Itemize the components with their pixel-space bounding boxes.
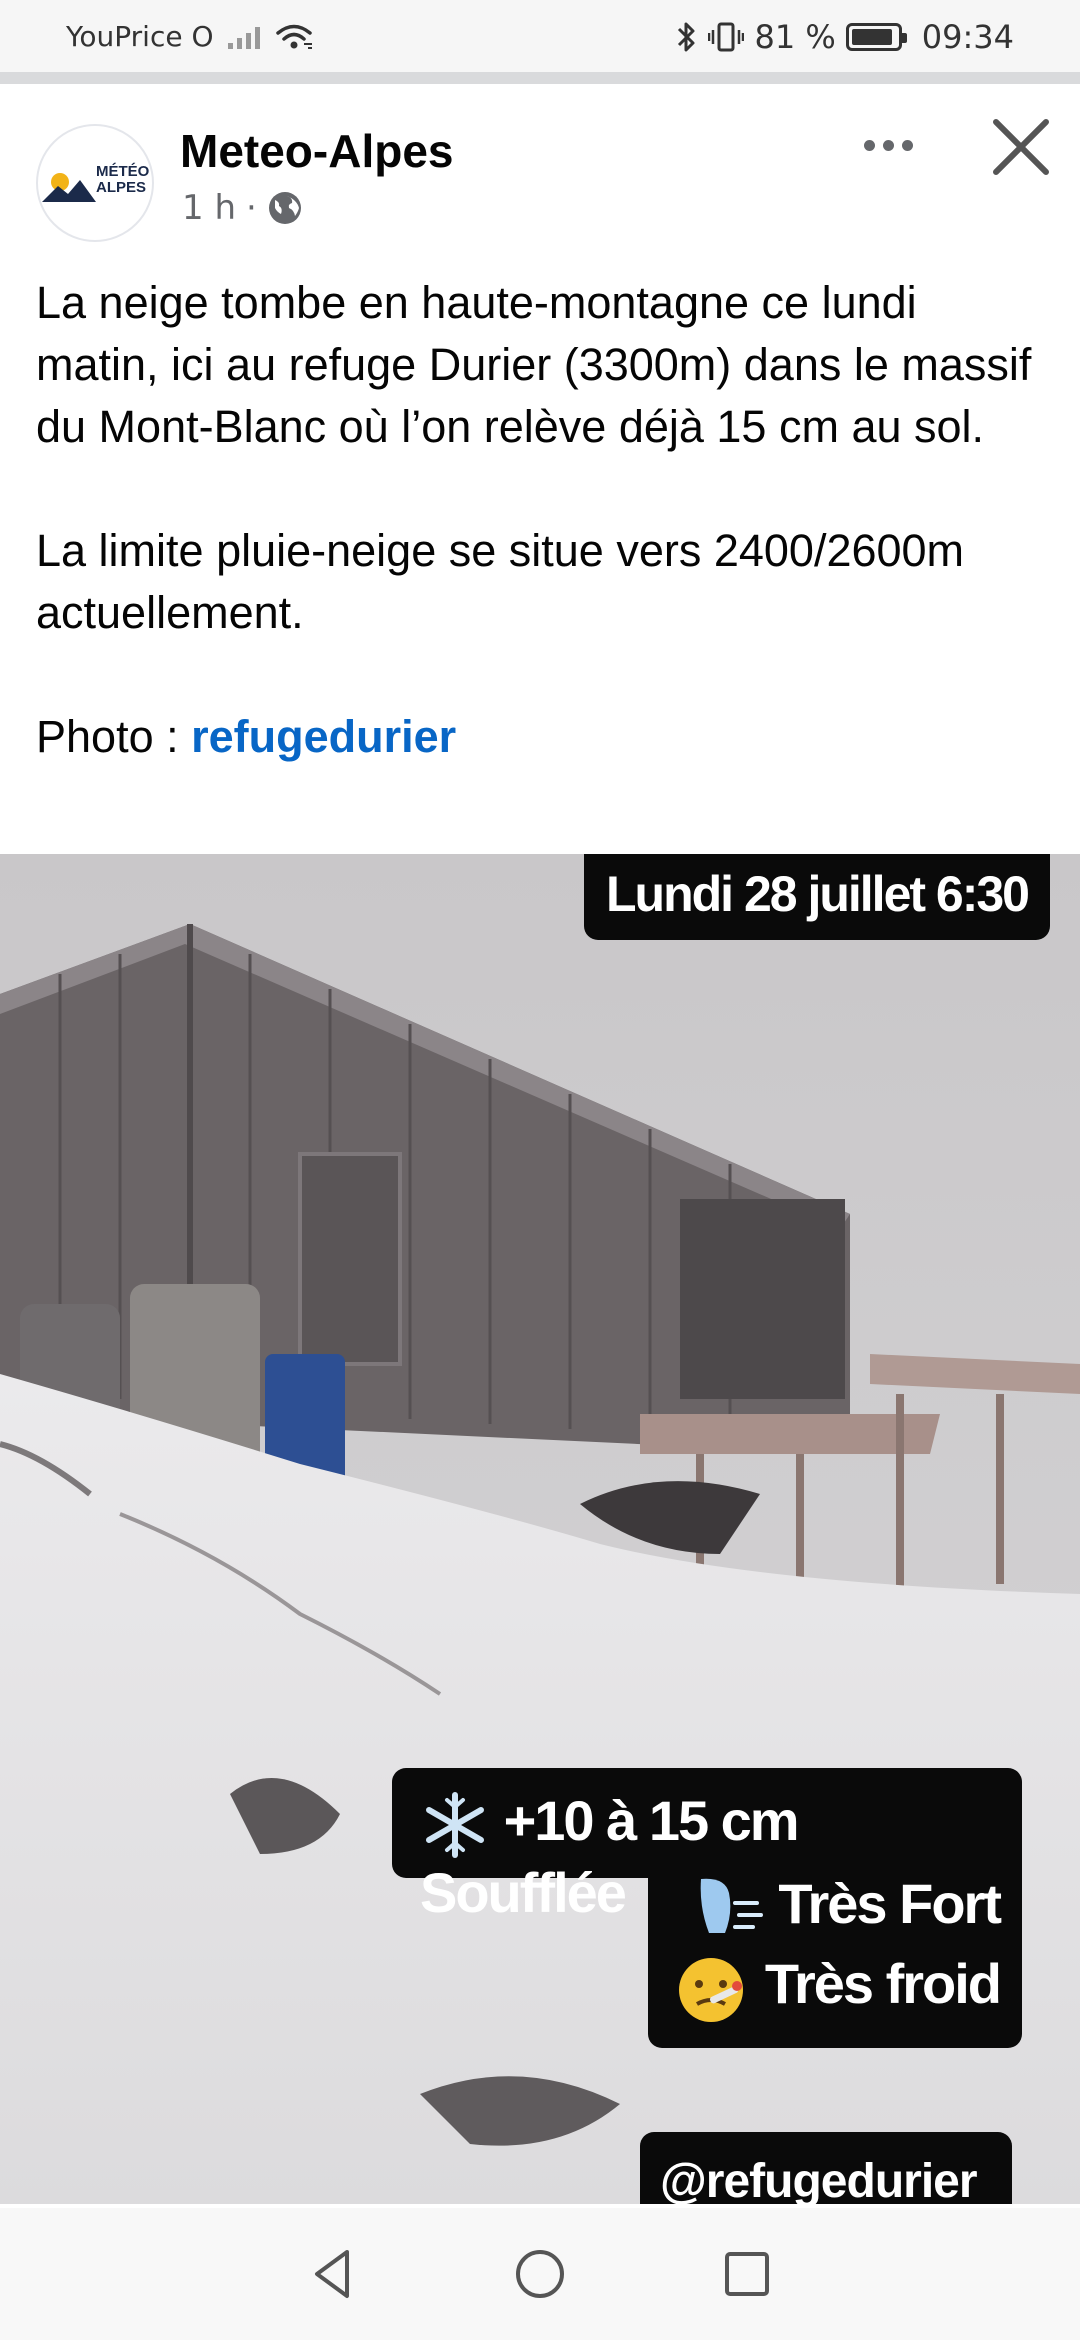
dot-icon — [863, 139, 875, 151]
dot-icon — [901, 139, 913, 151]
wind-temp-stats: Très Fort Très froid — [648, 1864, 1022, 2048]
bluetooth-icon — [678, 22, 695, 52]
recents-icon[interactable] — [717, 2244, 777, 2304]
photo-handle-tag: @refugedurier — [640, 2132, 1012, 2204]
system-nav-bar — [0, 2208, 1080, 2340]
wind-stat: Très Fort — [670, 1864, 1002, 1944]
signal-icon — [227, 25, 260, 49]
meta-separator: · — [246, 188, 257, 228]
status-bar: YouPrice O 81 % 09:34 — [0, 0, 1080, 72]
cold-face-icon — [679, 1958, 744, 2023]
page-avatar[interactable]: MÉTÉO ALPES — [36, 124, 154, 242]
photo-credit: Photo : refugedurier — [36, 711, 457, 762]
globe-icon — [268, 192, 301, 224]
snowflake-icon — [426, 1792, 484, 1859]
wifi-icon — [275, 24, 312, 49]
post-photo[interactable]: Lundi 28 juillet 6:30 +10 à 15 cm Souffl… — [0, 854, 1080, 2204]
post-paragraph: La neige tombe en haute-montagne ce lund… — [36, 277, 1032, 452]
clock: 09:34 — [921, 18, 1014, 56]
sheet-edge — [0, 72, 1080, 84]
close-button[interactable] — [986, 112, 1056, 182]
carrier-name: YouPrice O — [66, 20, 214, 53]
post-text: La neige tombe en haute-montagne ce lund… — [36, 272, 1046, 830]
photo-date-tag: Lundi 28 juillet 6:30 — [584, 854, 1050, 940]
wind-face-icon — [700, 1878, 763, 1934]
photo-credit-link[interactable]: refugedurier — [191, 711, 456, 762]
back-icon[interactable] — [303, 2244, 363, 2304]
mountain-logo-icon — [42, 173, 96, 202]
dot-icon — [882, 139, 894, 151]
more-options-button[interactable] — [852, 122, 924, 168]
post-paragraph: La limite pluie-neige se situe vers 2400… — [36, 525, 965, 638]
page-name[interactable]: Meteo-Alpes — [180, 124, 453, 178]
post-meta: 1 h · — [182, 188, 303, 228]
battery-icon — [845, 23, 907, 51]
vibrate-icon — [708, 22, 745, 52]
snow-stat: +10 à 15 cm Soufflée — [392, 1768, 1022, 1924]
post-time[interactable]: 1 h — [182, 188, 236, 228]
temp-stat: Très froid — [670, 1944, 1002, 2024]
home-icon[interactable] — [510, 2244, 570, 2304]
battery-percent: 81 % — [754, 18, 836, 56]
